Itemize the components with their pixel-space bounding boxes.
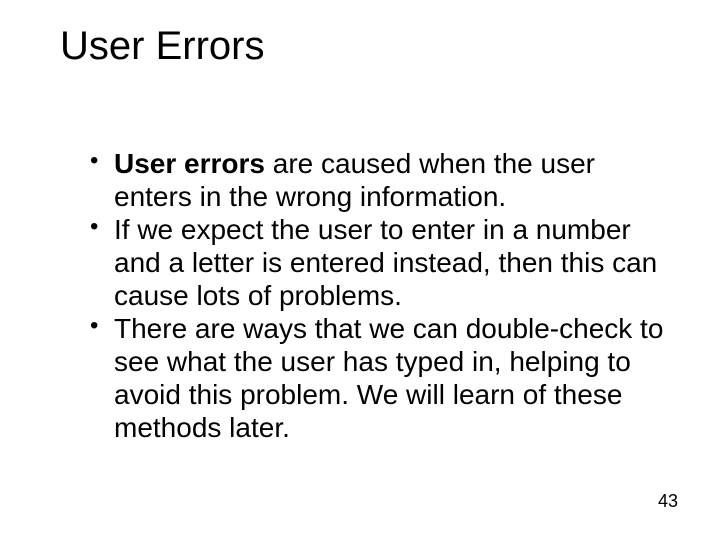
bullet-text: If we expect the user to enter in a numb… [114, 214, 657, 311]
slide: User Errors User errors are caused when … [0, 0, 720, 540]
list-item: If we expect the user to enter in a numb… [90, 213, 672, 312]
bullet-list: User errors are caused when the user ent… [60, 147, 672, 444]
page-number: 43 [658, 491, 678, 512]
bullet-bold: User errors [114, 148, 265, 179]
bullet-text: There are ways that we can double-check … [114, 313, 663, 443]
list-item: There are ways that we can double-check … [90, 312, 672, 444]
list-item: User errors are caused when the user ent… [90, 147, 672, 213]
slide-title: User Errors [60, 24, 672, 69]
